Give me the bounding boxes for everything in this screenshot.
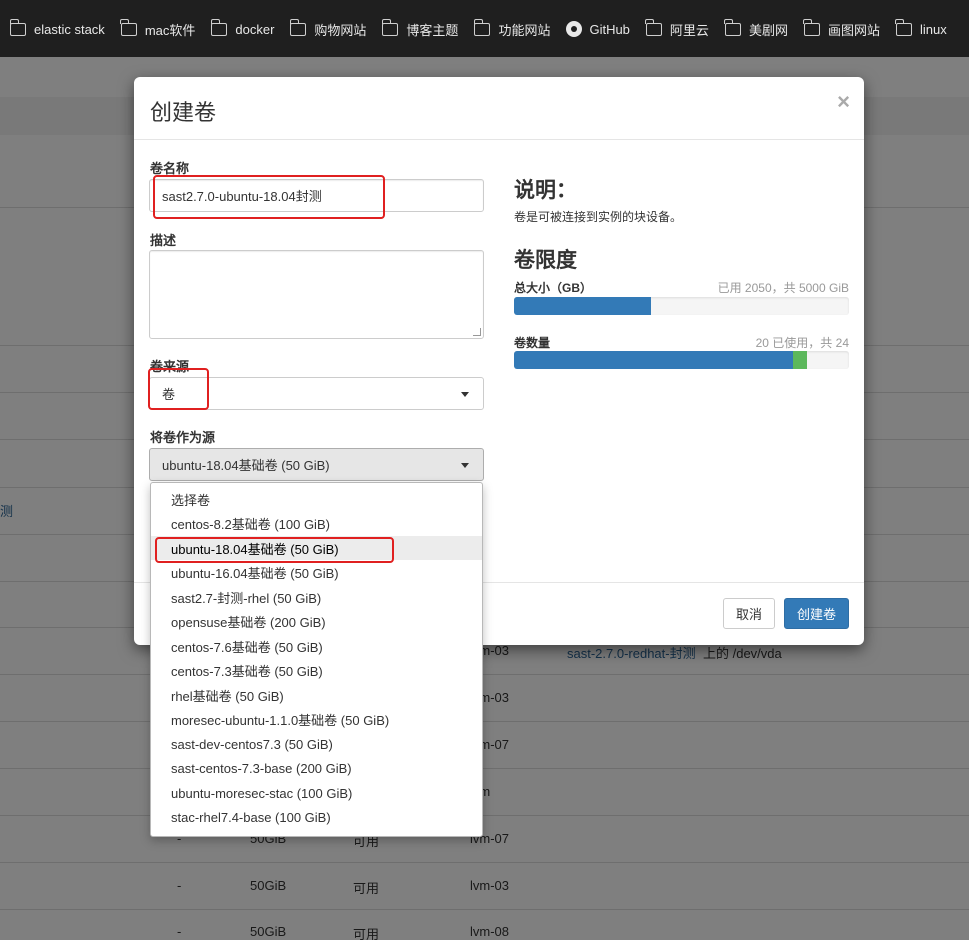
bookmark-label: 美剧网 bbox=[748, 22, 788, 38]
description-heading: 说明： bbox=[514, 179, 577, 202]
source-volume-dropdown: 选择卷 centos-8.2基础卷 (100 GiB) ubuntu-18.04基础… bbox=[150, 482, 483, 837]
total-size-used-bar bbox=[514, 297, 652, 315]
description-text: 卷是可被连接到实例的块设备。 bbox=[514, 210, 683, 224]
caret-down-icon bbox=[461, 462, 469, 468]
bookmark-item[interactable]: 美剧网 bbox=[724, 18, 788, 39]
bookmark-item[interactable]: elastic stack bbox=[9, 18, 105, 37]
dropdown-option[interactable]: centos-8.2基础卷 (100 GiB) bbox=[151, 512, 482, 536]
folder-icon bbox=[473, 18, 491, 36]
modal-header: 创建卷 × bbox=[134, 77, 864, 140]
dropdown-option[interactable]: ubuntu-moresec-stac (100 GiB) bbox=[151, 781, 482, 805]
bookmark-label: docker bbox=[235, 21, 275, 37]
source-volume-label: 将卷作为源 bbox=[150, 430, 216, 445]
folder-icon bbox=[9, 18, 26, 36]
volume-name-input[interactable]: sast2.7.0-ubuntu-18.04封测 bbox=[149, 179, 484, 212]
dropdown-option[interactable]: ubuntu-18.04基础卷 (50 GiB) bbox=[151, 536, 482, 560]
folder-icon bbox=[645, 18, 662, 36]
close-icon[interactable]: × bbox=[837, 89, 850, 115]
dropdown-option[interactable]: sast-dev-centos7.3 (50 GiB) bbox=[151, 732, 482, 756]
bookmark-label: linux bbox=[919, 21, 947, 37]
volume-source-select[interactable]: 卷 bbox=[149, 377, 484, 410]
bookmark-label: 购物网站 bbox=[314, 22, 367, 38]
bookmark-item[interactable]: docker bbox=[210, 18, 275, 37]
bookmark-item[interactable]: 功能网站 bbox=[473, 18, 551, 39]
dropdown-option[interactable]: centos-7.6基础卷 (50 GiB) bbox=[151, 634, 482, 658]
volume-limits-heading: 卷限度 bbox=[514, 249, 577, 272]
dropdown-option[interactable]: opensuse基础卷 (200 GiB) bbox=[151, 610, 482, 634]
folder-icon bbox=[724, 18, 741, 36]
folder-icon bbox=[120, 18, 137, 36]
bookmark-label: 阿里云 bbox=[669, 22, 709, 38]
folder-icon bbox=[895, 18, 912, 36]
volume-count-usage: 20 已使用，共 24 bbox=[755, 336, 849, 350]
source-volume-value: ubuntu-18.04基础卷 (50 GiB) bbox=[162, 458, 330, 473]
volume-source-value: 卷 bbox=[162, 387, 176, 402]
bookmarks-bar: elastic stack mac软件 docker 购物网站 博客主题 功能网站 GitH… bbox=[0, 0, 969, 57]
volume-name-label: 卷名称 bbox=[150, 161, 190, 176]
modal-title: 创建卷 bbox=[150, 100, 217, 125]
folder-icon bbox=[210, 18, 228, 36]
dropdown-option[interactable]: sast2.7-封测-rhel (50 GiB) bbox=[151, 585, 482, 609]
volume-source-label: 卷来源 bbox=[150, 359, 190, 374]
bookmark-item[interactable]: 阿里云 bbox=[645, 18, 709, 39]
description-label: 描述 bbox=[150, 233, 177, 248]
bookmark-item[interactable]: mac软件 bbox=[120, 18, 196, 39]
folder-icon bbox=[289, 18, 307, 36]
dropdown-option[interactable]: moresec-ubuntu-1.1.0基础卷 (50 GiB) bbox=[151, 708, 482, 732]
create-volume-button[interactable]: 创建卷 bbox=[784, 598, 849, 629]
resize-grip-icon[interactable] bbox=[473, 328, 481, 336]
folder-icon bbox=[381, 18, 399, 36]
bookmark-label: 画图网站 bbox=[827, 22, 880, 38]
bookmark-label: elastic stack bbox=[34, 21, 105, 37]
bookmark-item[interactable]: 购物网站 bbox=[289, 18, 367, 39]
dropdown-option[interactable]: sast-centos-7.3-base (200 GiB) bbox=[151, 757, 482, 781]
bookmark-item[interactable]: 博客主题 bbox=[381, 18, 459, 39]
bookmark-item[interactable]: 画图网站 bbox=[803, 18, 880, 39]
bookmark-label: GitHub bbox=[589, 21, 630, 37]
bookmark-label: 功能网站 bbox=[498, 22, 551, 38]
volume-count-adding-bar bbox=[793, 351, 808, 369]
caret-down-icon bbox=[461, 391, 469, 397]
volume-count-label: 卷数量 bbox=[514, 336, 551, 350]
source-volume-select[interactable]: ubuntu-18.04基础卷 (50 GiB) bbox=[149, 448, 484, 481]
dropdown-option[interactable]: rhel基础卷 (50 GiB) bbox=[151, 683, 482, 707]
folder-icon bbox=[803, 18, 820, 36]
dropdown-option[interactable]: ubuntu-16.04基础卷 (50 GiB) bbox=[151, 561, 482, 585]
bookmarks-row: elastic stack mac软件 docker 购物网站 博客主题 功能网站 GitH… bbox=[9, 18, 963, 40]
bookmark-item[interactable]: linux bbox=[895, 18, 947, 37]
bookmark-label: 博客主题 bbox=[406, 22, 459, 38]
bookmark-item[interactable]: GitHub bbox=[566, 21, 630, 37]
volume-count-used-bar bbox=[514, 351, 794, 369]
github-icon bbox=[566, 21, 583, 37]
dropdown-option[interactable]: stac-rhel7.4-base (100 GiB) bbox=[151, 806, 482, 830]
cancel-button[interactable]: 取消 bbox=[723, 598, 775, 629]
description-textarea[interactable] bbox=[149, 250, 484, 339]
total-size-label: 总大小（GB） bbox=[514, 281, 593, 295]
dropdown-option[interactable]: 选择卷 bbox=[151, 487, 482, 511]
total-size-progress bbox=[514, 297, 849, 315]
volume-count-progress bbox=[514, 351, 849, 369]
bookmark-label: mac软件 bbox=[144, 22, 196, 38]
dropdown-option[interactable]: centos-7.3基础卷 (50 GiB) bbox=[151, 659, 482, 683]
volume-name-value: sast2.7.0-ubuntu-18.04封测 bbox=[162, 189, 322, 204]
total-size-usage: 已用 2050，共 5000 GiB bbox=[717, 281, 849, 295]
